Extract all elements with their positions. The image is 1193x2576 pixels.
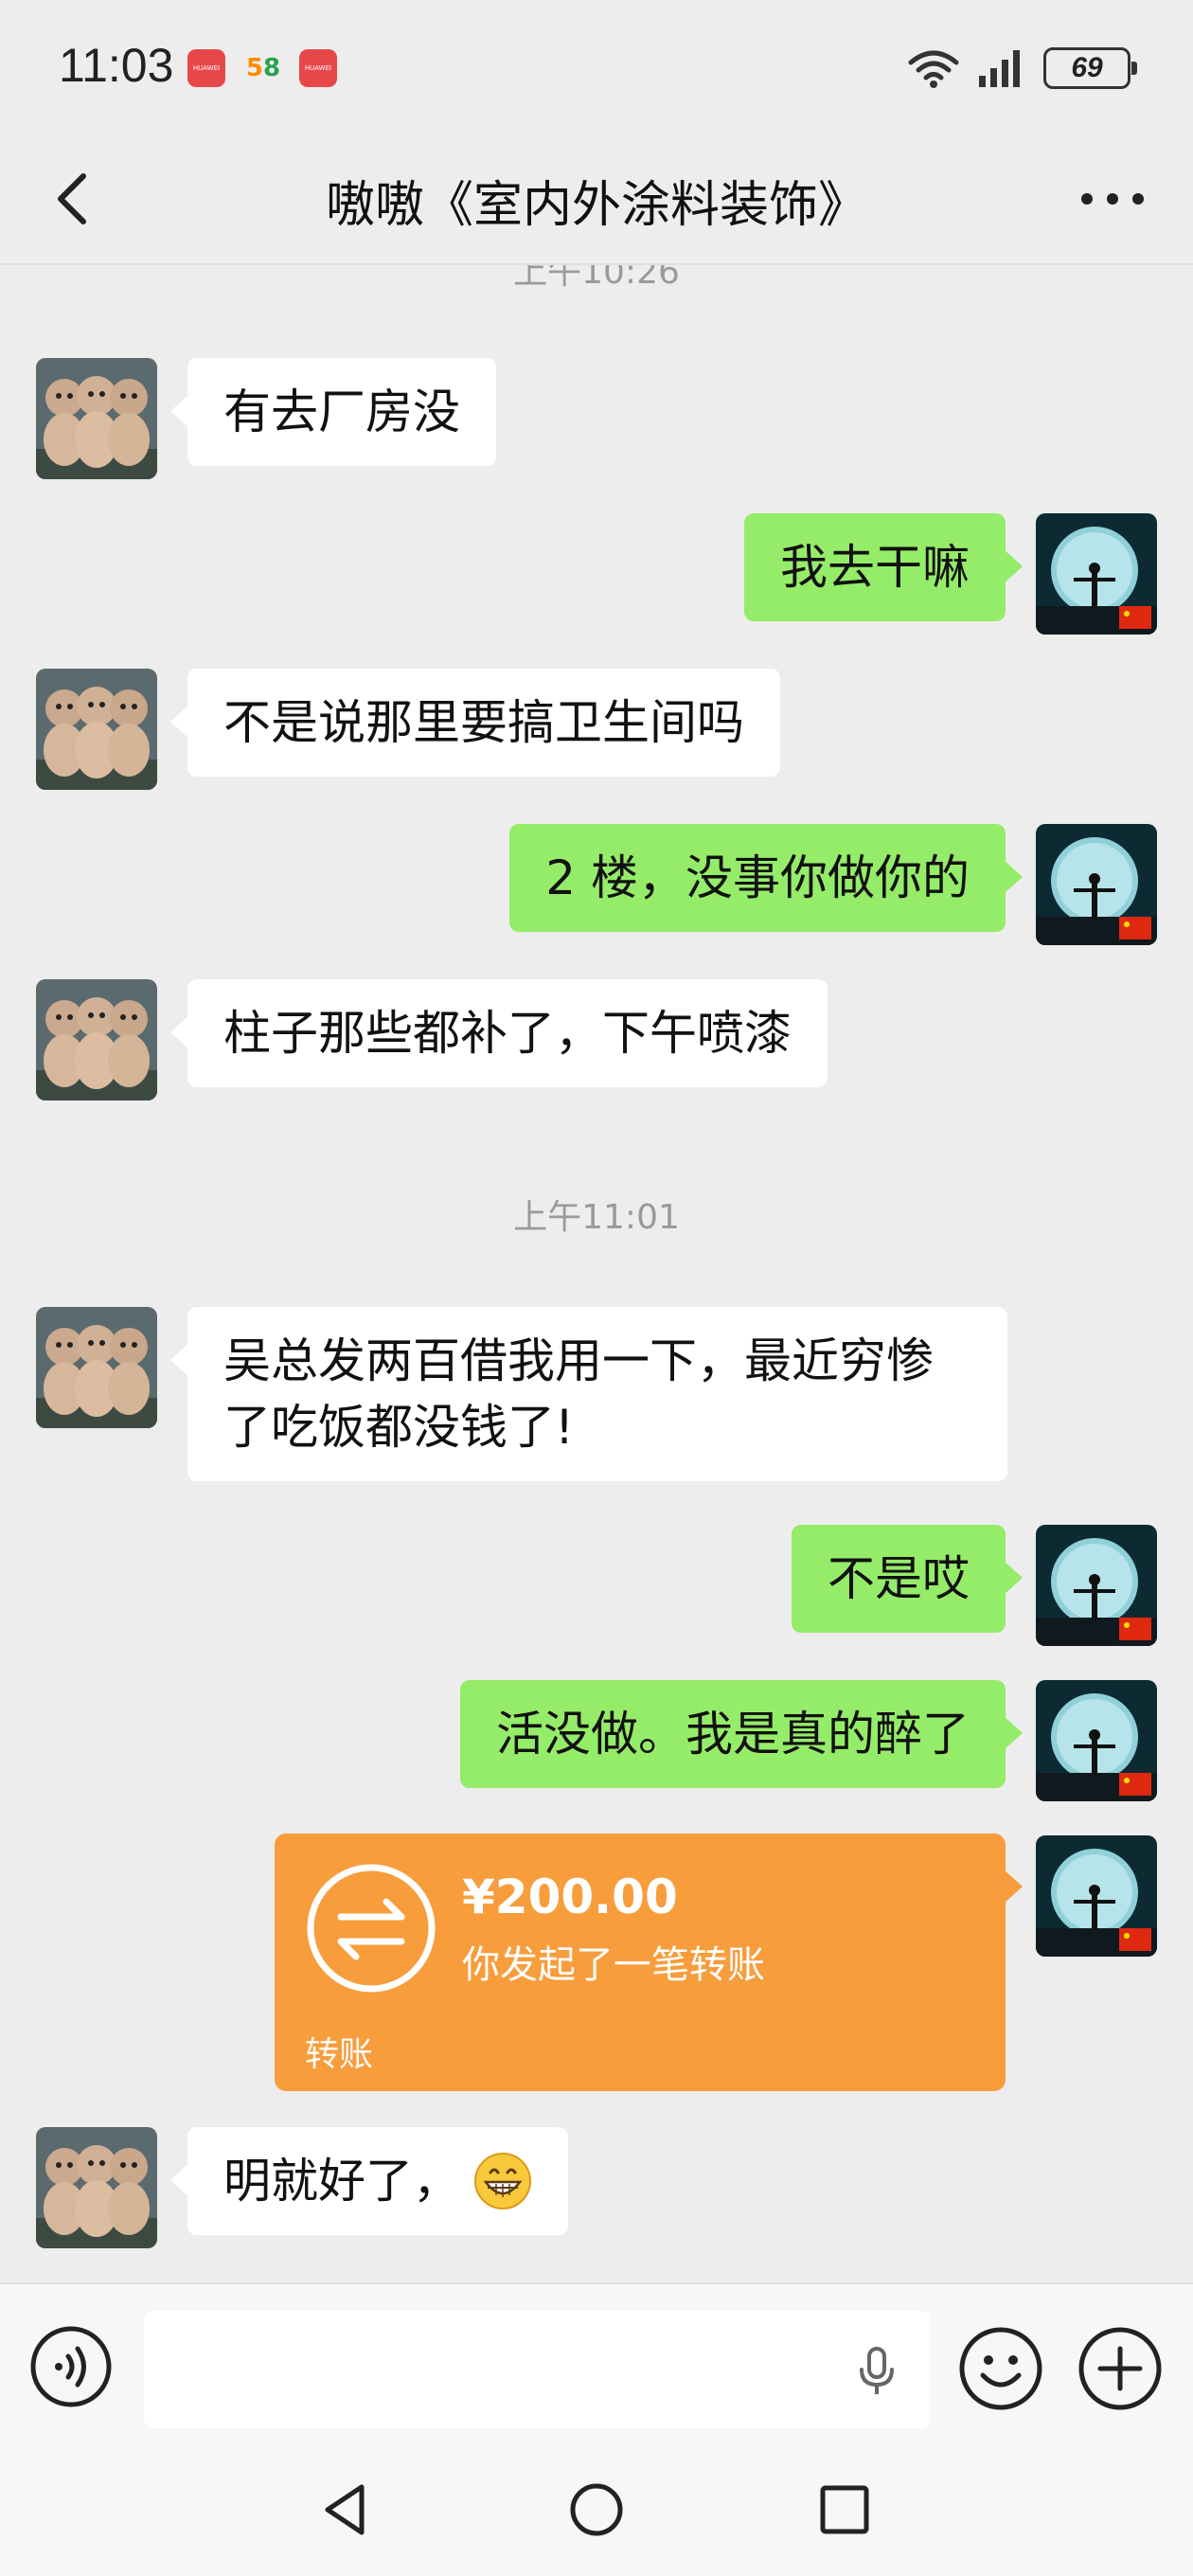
message-input[interactable] [144, 2311, 930, 2428]
message-bubble-received[interactable]: 明就好了， [170, 2127, 568, 2235]
voice-toggle-button[interactable] [30, 2326, 112, 2407]
more-dots-icon [1081, 193, 1144, 205]
contact-avatar[interactable] [36, 358, 157, 479]
input-bar [0, 2282, 1193, 2443]
status-bar: 11:03 HUAWEI 58 HUAWEI 69 [0, 0, 1193, 133]
message-bubble-received[interactable]: 吴总发两百借我用一下，最近穷惨了吃饭都没钱了! [170, 1307, 1007, 1481]
transfer-arrows-icon [307, 1864, 436, 1993]
plus-circle-icon [1078, 2327, 1162, 2410]
square-recents-icon [820, 2485, 869, 2534]
status-time: 11:03 [59, 39, 174, 92]
signal-icon [979, 50, 1020, 87]
contact-avatar[interactable] [36, 1307, 157, 1428]
huawei-app-icon-2: HUAWEI [299, 49, 337, 87]
my-avatar[interactable] [1036, 1835, 1157, 1957]
nav-back-button[interactable] [309, 2472, 384, 2548]
my-avatar[interactable] [1036, 824, 1157, 945]
back-button[interactable] [38, 161, 114, 237]
app-58-icon: 58 [245, 54, 281, 82]
circle-home-icon [570, 2483, 623, 2536]
more-functions-button[interactable] [1077, 2326, 1163, 2411]
huawei-app-icon: HUAWEI [187, 49, 225, 87]
microphone-button[interactable] [848, 2343, 905, 2400]
transfer-label: 转账 [305, 2035, 374, 2074]
system-navigation-bar [0, 2443, 1193, 2576]
my-avatar[interactable] [1036, 513, 1157, 635]
battery-indicator: 69 [1043, 47, 1137, 89]
contact-avatar[interactable] [36, 2127, 157, 2248]
emoji-button[interactable] [958, 2326, 1043, 2411]
chat-messages[interactable]: 上午10:26 有去厂房没 我去干嘛 不是说那里要搞卫生间吗 2 楼，没事你做你… [0, 265, 1193, 2282]
message-bubble-received[interactable]: 不是说那里要搞卫生间吗 [170, 669, 780, 777]
my-avatar[interactable] [1036, 1680, 1157, 1801]
grinning-emoji-icon [474, 2153, 531, 2209]
smiley-icon [959, 2327, 1042, 2410]
message-bubble-received[interactable]: 柱子那些都补了，下午喷漆 [170, 979, 828, 1087]
my-avatar[interactable] [1036, 1525, 1157, 1646]
timestamp: 上午11:01 [513, 1198, 680, 1237]
more-button[interactable] [1070, 161, 1155, 237]
transfer-description: 你发起了一笔转账 [462, 1943, 765, 1987]
message-text: 明就好了， [223, 2154, 460, 2209]
contact-avatar[interactable] [36, 979, 157, 1100]
message-bubble-sent[interactable]: 2 楼，没事你做你的 [509, 824, 1023, 932]
triangle-back-icon [325, 2484, 365, 2535]
timestamp: 上午10:26 [513, 265, 680, 292]
microphone-icon [860, 2347, 894, 2394]
contact-avatar[interactable] [36, 669, 157, 790]
chevron-left-icon [58, 173, 86, 224]
chat-header: 嗷嗷《室内外涂料装饰》 [0, 133, 1193, 265]
transfer-card[interactable]: ¥200.00 你发起了一笔转账 转账 [275, 1834, 1023, 2091]
message-bubble-sent[interactable]: 不是哎 [792, 1525, 1023, 1633]
chat-title: 嗷嗷《室内外涂料装饰》 [325, 177, 867, 234]
message-bubble-received[interactable]: 有去厂房没 [170, 358, 496, 466]
nav-home-button[interactable] [559, 2472, 634, 2548]
voice-icon [30, 2326, 112, 2407]
message-bubble-sent[interactable]: 我去干嘛 [744, 513, 1023, 621]
transfer-amount: ¥200.00 [462, 1869, 678, 1924]
message-bubble-sent[interactable]: 活没做。我是真的醉了 [460, 1680, 1023, 1788]
nav-recents-button[interactable] [807, 2472, 882, 2548]
wifi-icon [908, 50, 959, 88]
